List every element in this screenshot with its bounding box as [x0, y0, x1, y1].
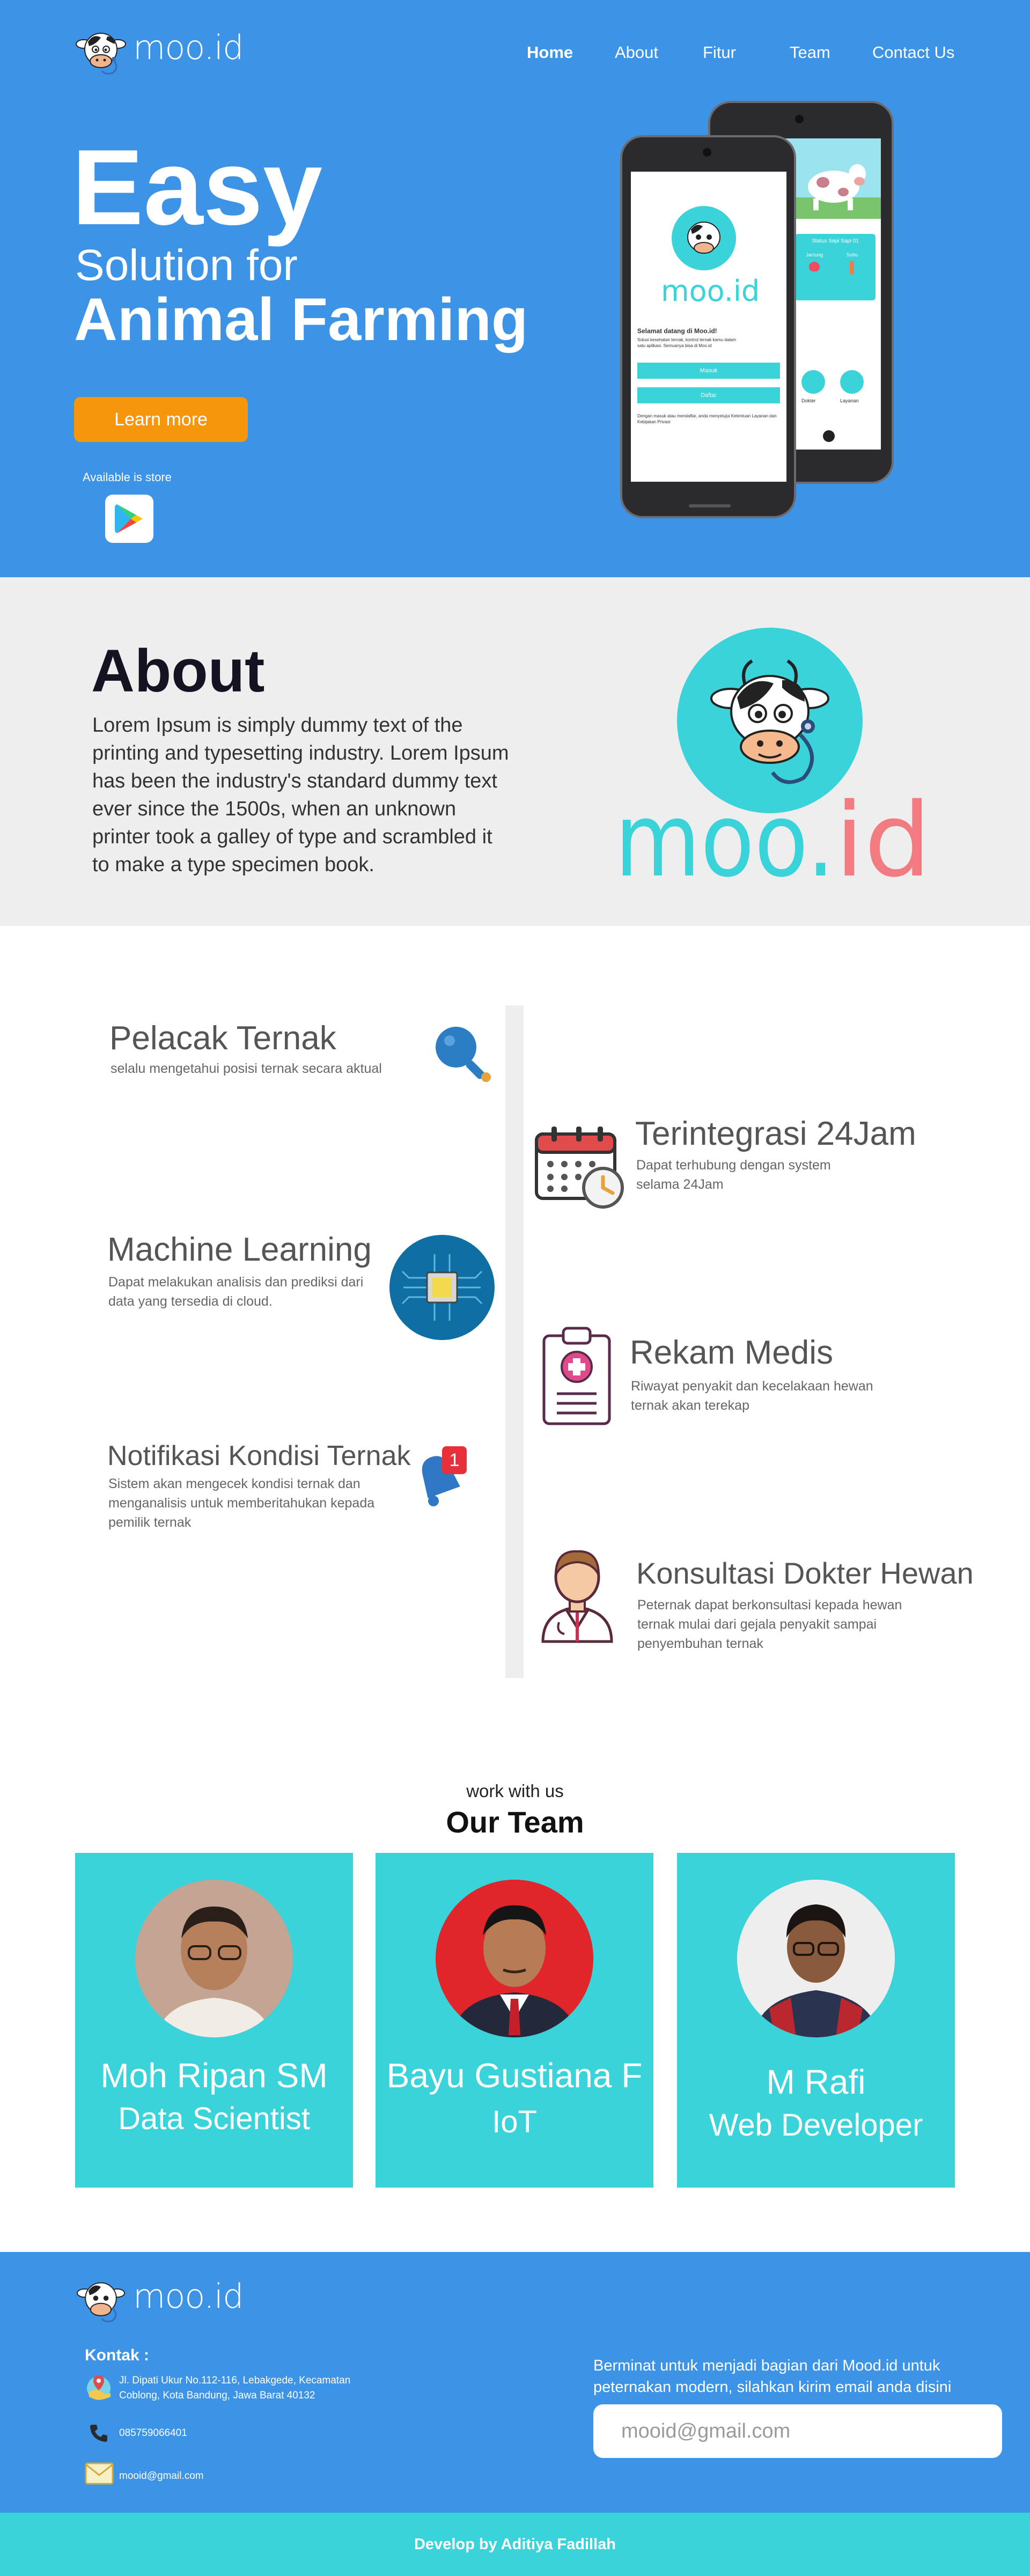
feature-title-notifikasi: Notifikasi Kondisi Ternak	[107, 1440, 411, 1471]
clipboard-medical-icon	[542, 1324, 612, 1429]
bell-icon: 1	[413, 1445, 472, 1512]
features-divider	[505, 1005, 524, 1678]
phone-login-button[interactable]: Masuk	[637, 363, 780, 379]
learn-more-button[interactable]: Learn more	[74, 397, 248, 442]
google-play-icon	[115, 504, 143, 533]
contact-label: Kontak :	[85, 2346, 149, 2364]
phone-terms: Dengan masuk atau mendaftar, anda menyet…	[637, 414, 777, 424]
service-shortcut-icon[interactable]	[840, 370, 864, 394]
chip-icon	[389, 1235, 495, 1343]
about-body: Lorem Ipsum is simply dummy text of the …	[92, 714, 509, 876]
hero-title: Easy	[72, 128, 323, 247]
avatar	[135, 1880, 293, 2037]
service-label: Layanan	[840, 398, 859, 403]
feature-title-pelacak: Pelacak Ternak	[109, 1020, 336, 1057]
svg-text:id: id	[835, 795, 931, 892]
feature-title-terintegrasi: Terintegrasi 24Jam	[635, 1115, 916, 1152]
hero-subtitle-1: Solution for	[75, 241, 298, 290]
phone-welcome: Selamat datang di Moo.id!	[637, 327, 717, 335]
team-kicker: work with us	[466, 1781, 564, 1801]
mail-icon	[85, 2461, 114, 2489]
heart-icon	[809, 262, 820, 271]
team-section: work with us Our Team Moh Ripan SM Data …	[0, 1731, 1030, 2252]
team-card: Bayu Gustiana F IoT	[376, 1853, 653, 2188]
team-member-name: M Rafi	[766, 2063, 866, 2101]
doctor-icon	[534, 1542, 620, 1646]
notification-badge: 1	[449, 1449, 460, 1470]
doctor-label: Dokter	[801, 398, 816, 403]
phone-mockup-front: moo.id Selamat datang di Moo.id! Solusi …	[620, 135, 796, 518]
phone-register-button[interactable]: Daftar	[637, 387, 780, 403]
team-card: M Rafi Web Developer	[677, 1853, 955, 2188]
thermometer-icon	[850, 261, 854, 275]
calendar-clock-icon	[533, 1123, 627, 1212]
footer-logo-text[interactable]: moo.id	[133, 2277, 244, 2316]
cow-logo-icon[interactable]	[75, 26, 127, 77]
footer-phone[interactable]: 085759066401	[119, 2426, 187, 2441]
footer-cta-text: Berminat untuk menjadi bagian dari Mood.…	[593, 2357, 952, 2396]
nav-contact-us[interactable]: Contact Us	[872, 43, 954, 62]
feature-title-konsultasi: Konsultasi Dokter Hewan	[636, 1556, 974, 1590]
nav-team[interactable]: Team	[790, 43, 830, 62]
feature-desc-ml: Dapat melakukan analisis dan prediksi da…	[108, 1275, 364, 1309]
email-field[interactable]	[593, 2404, 1002, 2458]
phone-cow-logo-icon	[672, 206, 736, 270]
feature-desc-konsultasi: Peternak dapat berkonsultasi kepada hewa…	[637, 1598, 902, 1651]
team-member-role: Web Developer	[709, 2108, 923, 2143]
team-member-name: Bayu Gustiana F	[386, 2056, 643, 2095]
feature-desc-terintegrasi: Dapat terhubung dengan system selama 24J…	[636, 1158, 831, 1192]
status-card-title: Status Sapi Sapi 01	[812, 238, 859, 244]
cow-illustration-icon	[808, 164, 866, 210]
hero-section: moo.id Home About Fitur Team Contact Us …	[0, 0, 1030, 577]
nav-home[interactable]: Home	[527, 43, 573, 62]
about-title: About	[91, 637, 265, 704]
team-member-name: Moh Ripan SM	[100, 2056, 328, 2095]
magnifier-icon	[430, 1021, 495, 1088]
avatar	[436, 1880, 593, 2037]
phone-front-screen: moo.id Selamat datang di Moo.id! Solusi …	[631, 172, 786, 482]
doctor-shortcut-icon[interactable]	[801, 370, 825, 394]
hero-subtitle-2: Animal Farming	[74, 286, 528, 353]
team-card: Moh Ripan SM Data Scientist	[75, 1853, 353, 2188]
phone-icon	[88, 2423, 109, 2447]
profile-tab-icon[interactable]	[823, 430, 835, 442]
team-member-role: Data Scientist	[118, 2101, 310, 2136]
about-section: About Lorem Ipsum is simply dummy text o…	[0, 577, 1030, 926]
nav-fitur[interactable]: Fitur	[703, 43, 736, 62]
status-card: Status Sapi Sapi 01 Jantung Suhu	[795, 234, 876, 300]
footer-address: Jl. Dipati Ukur No.112-116, Lebakgede, K…	[119, 2375, 351, 2401]
feature-desc-notifikasi: Sistem akan mengecek kondisi ternak dan …	[108, 1476, 375, 1530]
status-label-heart: Jantung	[806, 252, 823, 257]
team-member-role: IoT	[492, 2104, 537, 2139]
credit-text: Develop by Aditiya Fadillah	[414, 2535, 616, 2553]
nav-about[interactable]: About	[615, 43, 658, 62]
feature-desc-pelacak: selalu mengetahui posisi ternak secara a…	[111, 1061, 382, 1076]
logo-text[interactable]: moo.id	[133, 28, 244, 67]
phone-intro: Solusi kesehatan ternak, kontrol ternak …	[637, 337, 737, 348]
footer-cow-logo-icon[interactable]	[76, 2276, 126, 2325]
google-play-button[interactable]	[105, 495, 153, 543]
phone-brand: moo.id	[661, 274, 760, 308]
feature-desc-rekam: Riwayat penyakit dan kecelakaan hewan te…	[631, 1379, 873, 1413]
features-section: Pelacak Ternak selalu mengetahui posisi …	[0, 926, 1030, 1731]
avatar	[737, 1880, 895, 2037]
feature-title-rekam: Rekam Medis	[630, 1334, 833, 1371]
about-logo-text: moo. id	[615, 781, 937, 900]
footer-email[interactable]: mooid@gmail.com	[119, 2469, 204, 2484]
footer-section: moo.id Kontak : Jl. Dipati Ukur No.112-1…	[0, 2252, 1030, 2513]
store-label: Available is store	[83, 470, 172, 484]
status-label-temp: Suhu	[847, 252, 858, 257]
credit-bar: Develop by Aditiya Fadillah	[0, 2513, 1030, 2576]
team-heading: Our Team	[446, 1805, 584, 1839]
about-cow-logo-icon	[677, 628, 863, 813]
location-icon	[85, 2373, 113, 2404]
svg-text:moo.: moo.	[615, 795, 835, 892]
feature-title-ml: Machine Learning	[107, 1231, 372, 1268]
